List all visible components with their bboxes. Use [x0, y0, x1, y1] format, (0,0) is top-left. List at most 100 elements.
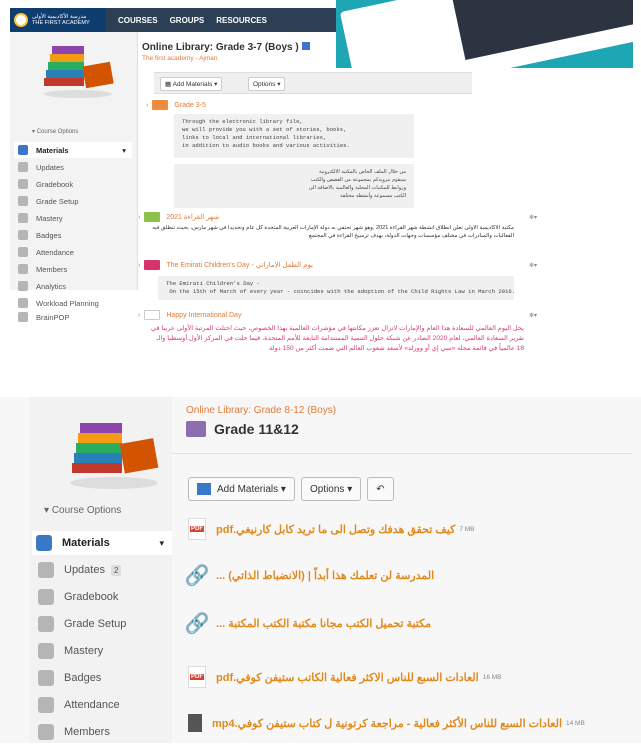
material-row-4[interactable]: PDF العادات السبع للناس الاكثر فعالية ال… [188, 663, 502, 691]
material-row-3[interactable]: 🔗 مكتبة تحميل الكتب مجانا مكتبة الكتب ال… [185, 609, 432, 637]
members-icon [38, 724, 54, 740]
sidebar-item-brainpop[interactable]: BrainPOP [18, 312, 69, 322]
mastery-icon [38, 643, 54, 659]
chevron-right-icon: › [138, 213, 141, 221]
add-materials-button[interactable]: ▦ Add Materials ▾ [160, 77, 223, 91]
materials-toolbar: ▦ Add Materials ▾ Options ▾ [154, 72, 472, 94]
materials-toolbar: Add Materials ▾ Options ▾ ↶ [188, 477, 394, 501]
updates-icon [18, 162, 28, 172]
page-subtitle: The first academy - Ajman [142, 55, 218, 62]
sidebar-item-grade-setup[interactable]: Grade Setup [38, 612, 168, 636]
folder-description-english: Through the electronic library file, we … [174, 114, 414, 158]
course-options-link[interactable]: ▾ Course Options [44, 505, 121, 516]
badges-icon [18, 230, 28, 240]
material-link[interactable]: العادات السبع للناس الاكثر فعالية الكاتب… [216, 671, 479, 684]
sidebar-item-materials[interactable]: Materials ▾ [14, 142, 132, 158]
updates-icon [38, 562, 54, 578]
sidebar-item-attendance[interactable]: Attendance [38, 693, 168, 717]
gear-icon[interactable]: ✻▾ [529, 262, 537, 269]
attendance-icon [38, 697, 54, 713]
material-link[interactable]: كيف تحقق هدفك وتصل الى ما تريد كابل كارن… [216, 523, 455, 536]
pdf-icon: PDF [188, 518, 206, 540]
folder-row-grade-3-5[interactable]: › Grade 3-5 [146, 100, 206, 110]
gear-icon[interactable]: ✻▾ [529, 312, 537, 319]
materials-icon [36, 535, 52, 551]
material-row-1[interactable]: PDF كيف تحقق هدفك وتصل الى ما تريد كابل … [188, 515, 475, 543]
nav-groups[interactable]: GROUPS [170, 16, 205, 25]
sidebar-item-members[interactable]: Members [38, 720, 168, 744]
sidebar-item-analytics[interactable]: Analytics [18, 278, 66, 294]
sidebar-item-materials[interactable]: Materials ▾ [32, 531, 172, 555]
material-link[interactable]: المدرسة لن تعلمك هذا أبداً | (الانضباط ا… [216, 569, 434, 582]
top-navbar: مدرسة الأكاديمية الأولى THE FIRST ACADEM… [10, 8, 336, 32]
folder-description-arabic: من خلال الملف الخاص بالمكتبة الالكترونية… [174, 164, 414, 208]
file-size: 16 MB [482, 673, 502, 681]
brand-logo[interactable]: مدرسة الأكاديمية الأولى THE FIRST ACADEM… [10, 8, 106, 32]
reading-month-description: مكتبة الأكاديمية الأولى تعلن انطلاق أنشط… [152, 225, 514, 239]
material-link[interactable]: مكتبة تحميل الكتب مجانا مكتبة الكتب المك… [216, 617, 431, 630]
chevron-down-icon: ▾ [159, 537, 164, 548]
sidebar-item-grade-setup[interactable]: Grade Setup [18, 193, 79, 209]
attendance-icon [18, 247, 28, 257]
material-link[interactable]: العادات السبع للناس الأكثر فعالية - مراج… [212, 717, 562, 730]
sidebar-item-badges[interactable]: Badges [18, 227, 61, 243]
sidebar-item-members[interactable]: Members [18, 261, 67, 277]
folder-row-happy-international-day[interactable]: › Happy International Day ✻▾ [138, 310, 541, 320]
materials-icon [18, 145, 28, 155]
breadcrumb[interactable]: Online Library: Grade 8-12 (Boys) [186, 405, 336, 416]
sidebar-item-updates[interactable]: Updates 2 [38, 558, 168, 582]
options-button[interactable]: Options ▾ [300, 477, 362, 501]
link-icon: 🔗 [184, 564, 210, 587]
members-icon [18, 264, 28, 274]
add-materials-button[interactable]: Add Materials ▾ [188, 477, 295, 501]
file-size: 14 MB [566, 719, 585, 727]
top-screenshot: مدرسة الأكاديمية الأولى THE FIRST ACADEM… [0, 0, 641, 392]
pdf-icon: PDF [188, 666, 206, 688]
chevron-right-icon: › [138, 311, 141, 319]
sidebar-item-updates[interactable]: Updates [18, 159, 64, 175]
nav-courses[interactable]: COURSES [118, 16, 158, 25]
page-title: Online Library: Grade 3-7 (Boys ) [142, 42, 310, 53]
folder-row-emirati-children-day[interactable]: › The Emirati Children's Day - يوم الطفل… [138, 260, 541, 270]
sidebar-item-attendance[interactable]: Attendance [18, 244, 74, 260]
folder-icon [144, 310, 161, 320]
divider [172, 453, 632, 454]
gear-icon[interactable]: ✻▾ [529, 214, 537, 221]
course-options-link[interactable]: ▾ Course Options [32, 128, 78, 135]
sidebar-item-gradebook[interactable]: Gradebook [38, 585, 168, 609]
gradebook-icon [18, 179, 28, 189]
folder-icon [152, 100, 169, 110]
nav-resources[interactable]: RESOURCES [216, 16, 267, 25]
workload-icon [18, 298, 28, 308]
top-sidebar: ▾ Course Options Materials ▾ Updates Grad… [10, 32, 138, 322]
sidebar-item-mastery[interactable]: Mastery [18, 210, 63, 226]
course-books-image [44, 46, 114, 98]
badges-icon [38, 670, 54, 686]
reply-button[interactable]: ↶ [367, 477, 394, 501]
options-button[interactable]: Options ▾ [248, 77, 286, 91]
sidebar-item-mastery[interactable]: Mastery [38, 639, 168, 663]
edit-title-icon[interactable] [301, 42, 310, 50]
video-file-icon [188, 714, 202, 732]
folder-row-reading-month[interactable]: › شهر القراءة 2021 ✻▾ [138, 212, 541, 222]
logo-emblem-icon [14, 13, 28, 27]
analytics-icon [18, 281, 28, 291]
folder-icon [144, 260, 161, 270]
material-row-2[interactable]: 🔗 المدرسة لن تعلمك هذا أبداً | (الانضباط… [184, 561, 435, 589]
sidebar-item-workload-planning[interactable]: Workload Planning [18, 295, 99, 311]
bottom-main-content: Online Library: Grade 8-12 (Boys) Grade … [172, 397, 632, 743]
bottom-sidebar: ▾ Course Options Materials ▾ Updates 2 Gra… [30, 397, 172, 743]
add-materials-icon [197, 483, 211, 495]
brand-english-name: THE FIRST ACADEMY [32, 20, 90, 26]
sidebar-item-gradebook[interactable]: Gradebook [18, 176, 73, 192]
page-title: Grade 11&12 [186, 421, 299, 437]
material-row-5[interactable]: العادات السبع للناس الأكثر فعالية - مراج… [188, 709, 585, 737]
emirati-day-description: The Emirati Children's Day - On the 15th… [158, 276, 515, 300]
updates-count-badge: 2 [110, 564, 122, 576]
grade-setup-icon [18, 196, 28, 206]
course-books-image [70, 423, 159, 489]
happy-day-description: يحل اليوم العالمي للسعادة هذا العام والإ… [151, 325, 524, 352]
folder-icon [186, 421, 206, 437]
gradebook-icon [38, 589, 54, 605]
sidebar-item-badges[interactable]: Badges [38, 666, 168, 690]
